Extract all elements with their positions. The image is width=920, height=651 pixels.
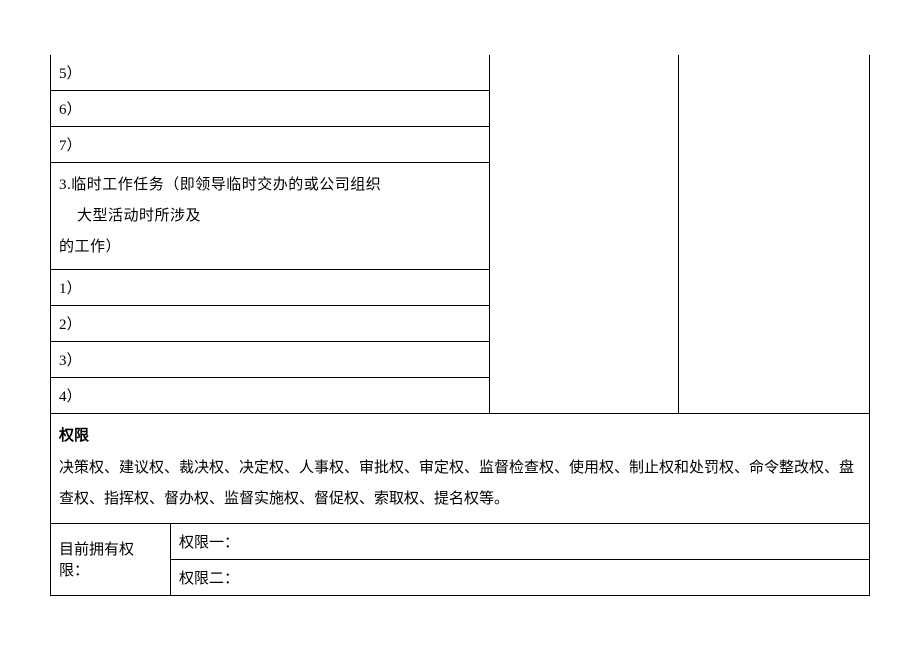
- current-permissions-label-cell: 目前拥有权限：: [50, 524, 170, 596]
- mid-column: [489, 55, 678, 414]
- current-permissions-label: 目前拥有权限：: [59, 538, 162, 580]
- item-b4: 4）: [50, 378, 489, 414]
- authority-title: 权限: [59, 428, 89, 444]
- authority-desc-1: 决策权、建议权、裁决权、决定权、人事权、审批权、审定权、监督检查权、使用权、制止…: [59, 460, 854, 476]
- document-table: 5） 6） 7） 3.临时工作任务（即领导临时交办的或公司组织大型活动时所涉及 …: [50, 55, 870, 596]
- authority-desc-2: 查权、指挥权、督办权、监督实施权、督促权、索取权、提名权等。: [59, 491, 509, 507]
- temp-task-text-2: 的工作）: [59, 239, 121, 255]
- item-b2: 2）: [50, 306, 489, 342]
- item-6: 6）: [50, 91, 489, 127]
- top-section-row: 5） 6） 7） 3.临时工作任务（即领导临时交办的或公司组织大型活动时所涉及 …: [50, 55, 870, 414]
- temp-task-text-1a: 3.临时工作任务（即领导临时交办的或公司组织: [59, 177, 381, 193]
- item-7: 7）: [50, 127, 489, 163]
- permission-2: 权限二：: [170, 560, 870, 596]
- temp-task-text-1b: 大型活动时所涉及: [77, 201, 201, 232]
- item-b1: 1）: [50, 270, 489, 306]
- right-column: [678, 55, 870, 414]
- authority-section: 权限 决策权、建议权、裁决权、决定权、人事权、审批权、审定权、监督检查权、使用权…: [50, 414, 870, 524]
- current-permissions-row: 目前拥有权限： 权限一： 权限二：: [50, 524, 870, 596]
- permission-1: 权限一：: [170, 524, 870, 560]
- item-b3: 3）: [50, 342, 489, 378]
- item-5: 5）: [50, 55, 489, 91]
- temp-task-header: 3.临时工作任务（即领导临时交办的或公司组织大型活动时所涉及 的工作）: [50, 163, 489, 270]
